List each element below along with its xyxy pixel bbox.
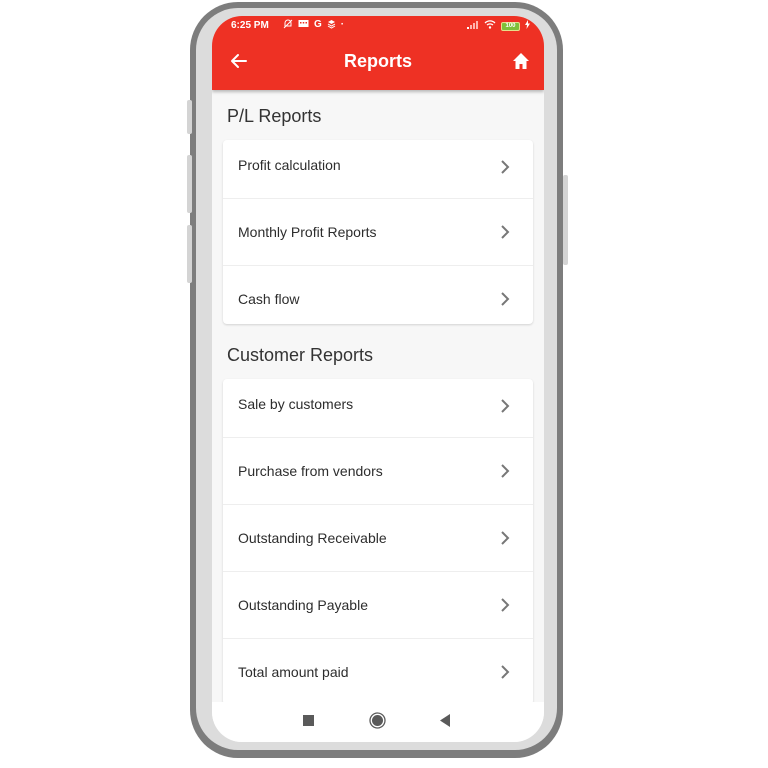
list-item-label: Purchase from vendors: [238, 463, 383, 479]
chevron-right-icon: [501, 399, 510, 413]
phone-side-button: [563, 175, 568, 265]
section-title-pl-reports: P/L Reports: [227, 106, 322, 126]
customer-reports-card: Sale by customers Purchase from vendors …: [223, 379, 533, 705]
home-icon: [513, 53, 529, 69]
list-item-total-amount-paid[interactable]: Total amount paid: [223, 639, 533, 705]
dot-icon: ·: [340, 19, 345, 30]
signal-icon: [467, 20, 479, 32]
list-item-label: Cash flow: [238, 291, 300, 307]
home-circle-icon: [369, 712, 386, 729]
list-item-cash-flow[interactable]: Cash flow: [223, 266, 533, 324]
layers-icon: [327, 19, 336, 32]
app-bar: 6:25 PM G · 100 Reports: [212, 16, 544, 90]
chevron-right-icon: [501, 292, 510, 306]
list-item-monthly-profit-reports[interactable]: Monthly Profit Reports: [223, 199, 533, 266]
phone-side-button: [187, 225, 192, 283]
chevron-right-icon: [501, 598, 510, 612]
status-bar: 6:25 PM G · 100: [212, 16, 544, 36]
section-title-customer-reports: Customer Reports: [227, 345, 374, 365]
recents-button[interactable]: [303, 714, 315, 732]
chevron-right-icon: [501, 531, 510, 545]
list-item-outstanding-payable[interactable]: Outstanding Payable: [223, 572, 533, 639]
pl-reports-card: Profit calculation Monthly Profit Report…: [223, 140, 533, 324]
status-icons-left: G ·: [283, 19, 344, 32]
chevron-right-icon: [501, 160, 510, 174]
list-item-label: Monthly Profit Reports: [238, 224, 377, 240]
phone-side-button: [187, 155, 192, 213]
phone-side-button: [187, 100, 192, 134]
status-time: 6:25 PM: [231, 20, 269, 31]
charging-icon: [525, 20, 530, 32]
list-item-outstanding-receivable[interactable]: Outstanding Receivable: [223, 505, 533, 572]
list-item-label: Sale by customers: [238, 396, 354, 412]
chevron-right-icon: [501, 464, 510, 478]
battery-icon: 100: [501, 21, 520, 31]
home-button[interactable]: [510, 50, 532, 72]
home-nav-button[interactable]: [369, 712, 386, 734]
chevron-right-icon: [501, 665, 510, 679]
page-title: Reports: [343, 51, 412, 71]
google-icon: G: [314, 19, 322, 30]
chevron-right-icon: [501, 225, 510, 239]
recents-icon: [303, 715, 314, 726]
back-nav-button[interactable]: [439, 714, 451, 732]
list-item-label: Profit calculation: [238, 157, 341, 173]
list-item-sale-by-customers[interactable]: Sale by customers: [223, 379, 533, 438]
wifi-icon: [484, 20, 496, 32]
app-screen: 6:25 PM G · 100 Reports P/L Reports Prof…: [212, 16, 544, 742]
system-nav-bar: [212, 702, 544, 742]
back-triangle-icon: [440, 714, 450, 727]
reports-list: P/L Reports Profit calculation Monthly P…: [212, 90, 544, 705]
list-item-purchase-from-vendors[interactable]: Purchase from vendors: [223, 438, 533, 505]
list-item-label: Outstanding Receivable: [238, 530, 387, 546]
list-item-label: Total amount paid: [238, 664, 349, 680]
list-item-profit-calculation[interactable]: Profit calculation: [223, 140, 533, 199]
status-icons-right: 100: [467, 20, 530, 32]
message-icon: [298, 19, 309, 32]
list-item-label: Outstanding Payable: [238, 597, 368, 613]
bell-off-icon: [283, 19, 293, 32]
